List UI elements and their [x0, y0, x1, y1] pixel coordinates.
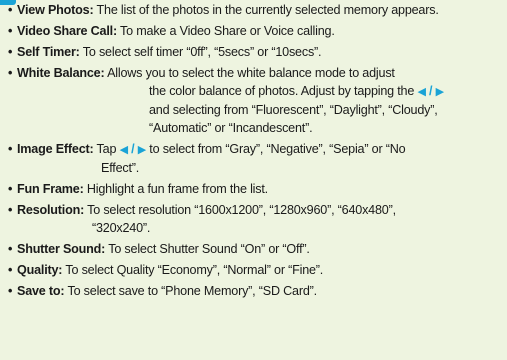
item-text: To make a Video Share or Voice calling.: [116, 24, 335, 38]
item-text: The list of the photos in the currently …: [93, 3, 439, 17]
item-term: Shutter Sound:: [17, 242, 106, 256]
item-text: Effect”.: [101, 161, 140, 175]
item-term: Fun Frame:: [17, 182, 84, 196]
bullet: •: [8, 263, 13, 277]
item-text: To select Shutter Sound “On” or “Off”.: [105, 242, 310, 256]
item-term: Save to:: [17, 284, 65, 298]
list-item-quality: • Quality: To select Quality “Economy”, “…: [8, 261, 501, 279]
item-continuation: Effect”.: [8, 159, 501, 177]
item-text: To select save to “Phone Memory”, “SD Ca…: [64, 284, 317, 298]
left-arrow-icon: ◀: [119, 144, 128, 156]
item-continuation: “Automatic” or “Incandescent”.: [8, 119, 501, 137]
bullet: •: [8, 203, 13, 217]
item-text: and selecting from “Fluorescent”, “Dayli…: [149, 103, 438, 117]
item-text: To select resolution “1600x1200”, “1280x…: [84, 203, 396, 217]
list-item-shutter-sound: • Shutter Sound: To select Shutter Sound …: [8, 240, 501, 258]
item-text: “Automatic” or “Incandescent”.: [149, 121, 313, 135]
bullet: •: [8, 3, 13, 17]
item-text: Allows you to select the white balance m…: [104, 66, 395, 80]
item-term: Quality:: [17, 263, 63, 277]
bullet: •: [8, 45, 13, 59]
right-arrow-icon: ▶: [137, 144, 146, 156]
list-item-view-photos: • View Photos: The list of the photos in …: [8, 1, 501, 19]
item-text: Highlight a fun frame from the list.: [83, 182, 268, 196]
item-continuation: “320x240”.: [8, 219, 501, 237]
item-term: Image Effect:: [17, 142, 94, 156]
bullet: •: [8, 284, 13, 298]
item-term: White Balance:: [17, 66, 105, 80]
manual-page: • View Photos: The list of the photos in …: [0, 0, 507, 360]
item-text: To select Quality “Economy”, “Normal” or…: [62, 263, 324, 277]
item-text: the color balance of photos. Adjust by t…: [149, 84, 418, 98]
item-continuation: and selecting from “Fluorescent”, “Dayli…: [8, 101, 501, 119]
list-item-white-balance: • White Balance: Allows you to select the…: [8, 64, 501, 82]
bullet: •: [8, 242, 13, 256]
list-item-self-timer: • Self Timer: To select self timer “0ff”,…: [8, 43, 501, 61]
item-term: View Photos:: [17, 3, 94, 17]
arrow-separator: /: [127, 142, 138, 156]
bullet: •: [8, 142, 13, 156]
item-continuation: the color balance of photos. Adjust by t…: [8, 82, 501, 101]
bullet: •: [8, 24, 13, 38]
list-item-fun-frame: • Fun Frame: Highlight a fun frame from t…: [8, 180, 501, 198]
item-text: To select self timer “0ff”, “5secs” or “…: [79, 45, 322, 59]
list-item-save-to: • Save to: To select save to “Phone Memor…: [8, 282, 501, 300]
item-term: Self Timer:: [17, 45, 80, 59]
item-text: Tap: [93, 142, 120, 156]
list-item-image-effect: • Image Effect: Tap ◀ / ▶ to select from …: [8, 140, 501, 159]
bullet: •: [8, 182, 13, 196]
item-text: to select from “Gray”, “Negative”, “Sepi…: [146, 142, 406, 156]
bullet: •: [8, 66, 13, 80]
item-text: “320x240”.: [92, 221, 151, 235]
right-arrow-icon: ▶: [435, 86, 444, 98]
list-item-video-share-call: • Video Share Call: To make a Video Share…: [8, 22, 501, 40]
item-term: Resolution:: [17, 203, 85, 217]
list-item-resolution: • Resolution: To select resolution “1600x…: [8, 201, 501, 219]
arrow-separator: /: [425, 84, 436, 98]
left-arrow-icon: ◀: [417, 86, 426, 98]
item-term: Video Share Call:: [17, 24, 117, 38]
